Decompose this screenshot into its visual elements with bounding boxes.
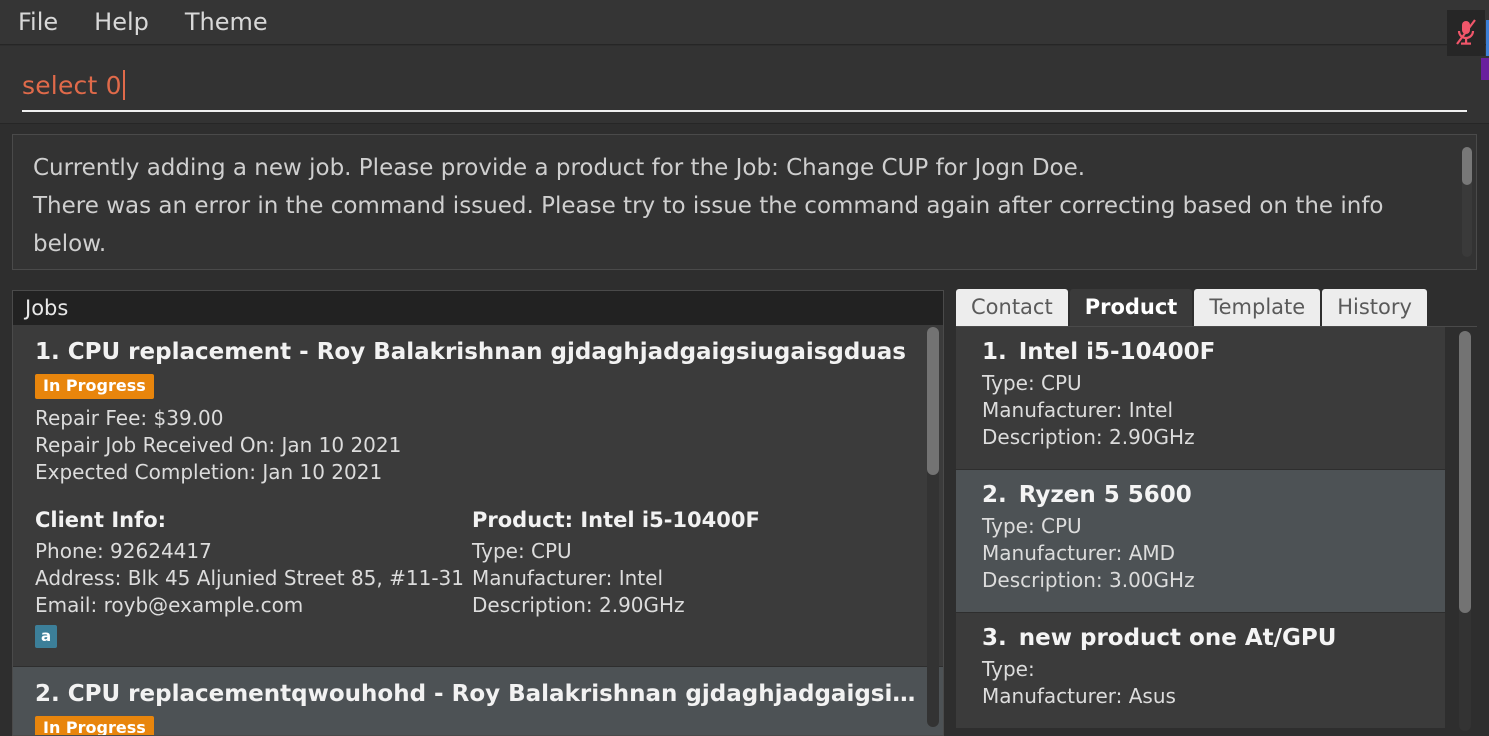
details-panel: Contact Product Template History 1. Intel… — [956, 288, 1477, 736]
product-manufacturer: Manufacturer: AMD — [982, 541, 1176, 565]
menu-file[interactable]: File — [18, 10, 77, 34]
product-manufacturer: Manufacturer: Asus — [982, 684, 1176, 708]
job-client-column: Client Info: Phone: 92624417 Address: Bl… — [35, 508, 472, 648]
purple-indicator-block — [1481, 58, 1489, 80]
status-badge: In Progress — [35, 374, 154, 399]
jobs-panel-title: Jobs — [13, 291, 943, 325]
product-index: 1. — [982, 339, 1007, 365]
jobs-panel: Jobs 1. CPU replacement - Roy Balakrishn… — [12, 290, 944, 736]
job-details-columns: Client Info: Phone: 92624417 Address: Bl… — [35, 508, 923, 648]
product-title: 3. new product one At/GPU — [982, 625, 1427, 651]
tab-history[interactable]: History — [1322, 289, 1427, 326]
job-product-heading: Product: Intel i5-10400F — [472, 508, 760, 532]
job-expected-completion: Expected Completion: Jan 10 2021 — [35, 460, 383, 484]
job-received-date: Repair Job Received On: Jan 10 2021 — [35, 433, 402, 457]
product-title: 2. Ryzen 5 5600 — [982, 482, 1427, 508]
tab-template[interactable]: Template — [1194, 289, 1321, 326]
product-name: Ryzen 5 5600 — [1018, 482, 1192, 508]
menu-help[interactable]: Help — [94, 10, 168, 34]
job-product-manufacturer: Manufacturer: Intel — [472, 566, 664, 590]
product-list-item[interactable]: 1. Intel i5-10400F Type: CPU Manufacturer… — [956, 327, 1445, 470]
product-list-item[interactable]: 3. new product one At/GPU Type: Manufactu… — [956, 613, 1445, 729]
product-list[interactable]: 1. Intel i5-10400F Type: CPU Manufacturer… — [956, 326, 1477, 736]
menu-theme[interactable]: Theme — [185, 10, 287, 34]
product-scrollbar-thumb[interactable] — [1459, 331, 1471, 613]
client-phone: Phone: 92624417 — [35, 539, 212, 563]
product-description: Description: 2.90GHz — [982, 425, 1195, 449]
job-list-item[interactable]: 1. CPU replacement - Roy Balakrishnan gj… — [13, 325, 943, 667]
product-index: 2. — [982, 482, 1007, 508]
jobs-scrollbar-thumb[interactable] — [927, 327, 939, 475]
client-tag-chip: a — [35, 625, 58, 648]
product-description: Description: 3.00GHz — [982, 568, 1195, 592]
job-list-item[interactable]: 2. CPU replacementqwouhohd - Roy Balakri… — [13, 667, 943, 735]
product-list-item[interactable]: 2. Ryzen 5 5600 Type: CPU Manufacturer: A… — [956, 470, 1445, 613]
command-input[interactable]: select 0 — [22, 60, 1467, 112]
client-email: Email: royb@example.com — [35, 593, 304, 617]
job-product-column: Product: Intel i5-10400F Type: CPU Manuf… — [472, 508, 909, 648]
details-tab-bar: Contact Product Template History — [956, 288, 1477, 326]
product-name: new product one At/GPU — [1018, 625, 1337, 651]
job-title: 2. CPU replacementqwouhohd - Roy Balakri… — [35, 681, 923, 707]
client-info-heading: Client Info: — [35, 508, 167, 532]
product-manufacturer: Manufacturer: Intel — [982, 398, 1174, 422]
client-address: Address: Blk 45 Aljunied Street 85, #11-… — [35, 566, 464, 590]
tab-product[interactable]: Product — [1069, 289, 1193, 326]
job-title: 1. CPU replacement - Roy Balakrishnan gj… — [35, 339, 906, 365]
result-message-box: Currently adding a new job. Please provi… — [12, 134, 1477, 270]
command-bar: select 0 — [0, 46, 1489, 124]
command-input-value: select 0 — [22, 70, 122, 100]
jobs-list[interactable]: 1. CPU replacement - Roy Balakrishnan gj… — [13, 325, 943, 735]
microphone-muted-overlay[interactable] — [1447, 10, 1485, 56]
job-product-description: Description: 2.90GHz — [472, 593, 685, 617]
product-index: 3. — [982, 625, 1007, 651]
product-type: Type: CPU — [982, 514, 1082, 538]
text-caret — [122, 70, 125, 100]
result-message-line-2: There was an error in the command issued… — [33, 193, 1391, 257]
application-window: File Help Theme select 0 Currently addin… — [0, 0, 1489, 736]
status-badge: In Progress — [35, 716, 154, 735]
product-type: Type: — [982, 657, 1035, 681]
product-title: 1. Intel i5-10400F — [982, 339, 1427, 365]
result-message-line-1: Currently adding a new job. Please provi… — [33, 155, 1086, 181]
message-scrollbar-thumb[interactable] — [1462, 147, 1472, 185]
menu-bar: File Help Theme — [0, 0, 1489, 45]
tab-contact[interactable]: Contact — [956, 289, 1068, 326]
product-type: Type: CPU — [982, 371, 1082, 395]
product-name: Intel i5-10400F — [1018, 339, 1216, 365]
job-repair-fee: Repair Fee: $39.00 — [35, 406, 224, 430]
job-product-type: Type: CPU — [472, 539, 572, 563]
microphone-muted-icon — [1456, 19, 1476, 45]
